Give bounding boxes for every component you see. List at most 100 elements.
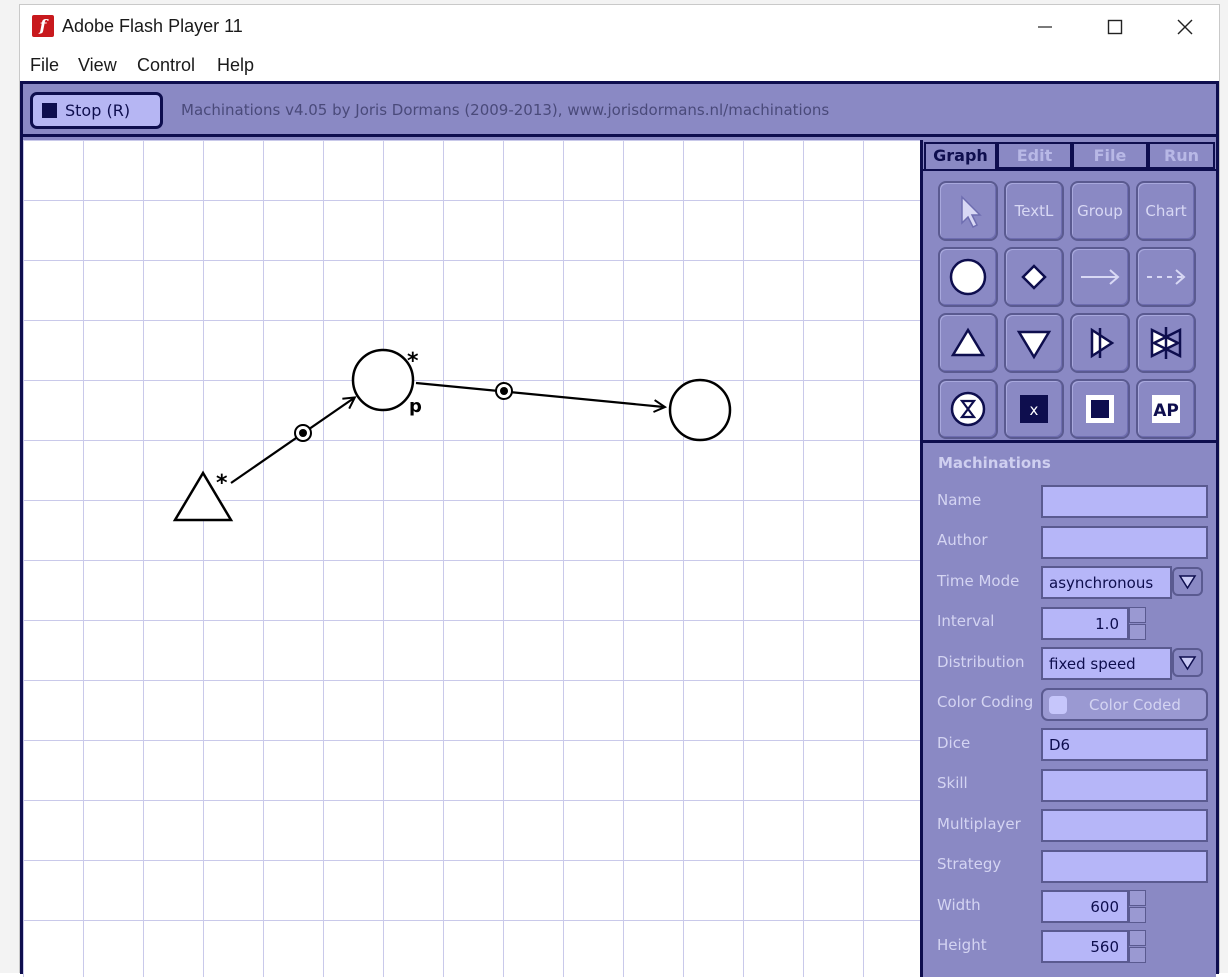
delay-tool[interactable] [938, 379, 998, 439]
dice-value: D6 [1049, 736, 1071, 754]
flash-stage: Stop (R) Machinations v4.05 by Joris Dor… [20, 81, 1219, 977]
pool-icon [949, 258, 987, 296]
menu-view[interactable]: View [78, 55, 117, 76]
converter-icon [1090, 327, 1115, 359]
multiplayer-label: Multiplayer [937, 815, 1021, 833]
state-connection-tool[interactable] [1136, 247, 1196, 307]
color-coding-toggle[interactable]: Color Coded [1041, 688, 1208, 721]
delay-icon [950, 391, 986, 427]
name-field[interactable] [1041, 485, 1208, 518]
chevron-down-icon [1178, 575, 1197, 590]
interval-stepper[interactable] [1129, 607, 1146, 640]
height-stepper[interactable] [1129, 930, 1146, 963]
distribution-select[interactable]: fixed speed [1041, 647, 1172, 680]
time-mode-select[interactable]: asynchronous [1041, 566, 1172, 599]
source-tool[interactable] [938, 313, 998, 373]
tool-palette: TextL Group Chart x AP [923, 169, 1216, 443]
resource-connection-tool[interactable] [1070, 247, 1130, 307]
menu-file[interactable]: File [30, 55, 59, 76]
color-coding-checkbox[interactable] [1049, 696, 1067, 714]
pool-tool[interactable] [938, 247, 998, 307]
width-down-arrow-icon[interactable] [1129, 907, 1146, 923]
width-up-arrow-icon[interactable] [1129, 890, 1146, 906]
height-field[interactable]: 560 [1041, 930, 1129, 963]
minimize-button[interactable] [1010, 5, 1080, 49]
tab-edit[interactable]: Edit [997, 142, 1072, 169]
interval-field[interactable]: 1.0 [1041, 607, 1129, 640]
height-up-arrow-icon[interactable] [1129, 930, 1146, 946]
distribution-label: Distribution [937, 653, 1025, 671]
minimize-icon [1038, 26, 1052, 28]
dice-label: Dice [937, 734, 971, 752]
width-field[interactable]: 600 [1041, 890, 1129, 923]
register-tool[interactable] [1070, 379, 1130, 439]
interval-down-arrow-icon[interactable] [1129, 624, 1146, 640]
artificial-player-tool[interactable]: AP [1136, 379, 1196, 439]
author-label: Author [937, 531, 988, 549]
close-button[interactable] [1150, 5, 1220, 49]
side-panel: Graph Edit File Run TextL Group Chart x … [920, 140, 1216, 977]
height-value: 560 [1090, 938, 1119, 956]
app-window: f Adobe Flash Player 11 File View Contro… [19, 4, 1220, 977]
interval-value: 1.0 [1095, 615, 1119, 633]
drain-icon [1016, 330, 1052, 360]
chart-tool-label: Chart [1145, 202, 1187, 220]
resource-connection-1[interactable] [230, 398, 354, 484]
menu-bar: File View Control Help [20, 49, 1219, 81]
strategy-field[interactable] [1041, 850, 1208, 883]
strategy-label: Strategy [937, 855, 1002, 873]
skill-field[interactable] [1041, 769, 1208, 802]
diagram-svg: * * p [172, 348, 732, 522]
pool-label: p [409, 396, 422, 417]
distribution-dropdown-button[interactable] [1172, 648, 1203, 677]
credit-text: Machinations v4.05 by Joris Dormans (200… [181, 101, 830, 119]
diagram-canvas[interactable]: * * p [23, 140, 920, 977]
name-label: Name [937, 491, 982, 509]
group-tool-label: Group [1077, 202, 1123, 220]
author-field[interactable] [1041, 526, 1208, 559]
dice-field[interactable]: D6 [1041, 728, 1208, 761]
close-icon [1177, 19, 1193, 35]
time-mode-dropdown-button[interactable] [1172, 567, 1203, 596]
height-down-arrow-icon[interactable] [1129, 947, 1146, 963]
stop-button[interactable]: Stop (R) [30, 92, 163, 129]
trader-tool[interactable] [1136, 313, 1196, 373]
pool-node[interactable] [351, 348, 415, 412]
height-label: Height [937, 936, 987, 954]
tab-graph[interactable]: Graph [924, 142, 997, 171]
group-tool[interactable]: Group [1070, 181, 1130, 241]
width-label: Width [937, 896, 981, 914]
register-icon [1086, 395, 1114, 423]
color-coding-value: Color Coded [1089, 696, 1181, 714]
gate-tool[interactable] [1004, 247, 1064, 307]
select-tool[interactable] [938, 181, 998, 241]
text-label-tool[interactable]: TextL [1004, 181, 1064, 241]
maximize-button[interactable] [1080, 5, 1150, 49]
stop-icon [42, 103, 57, 118]
properties-title: Machinations [938, 454, 1051, 472]
flash-player-icon: f [32, 15, 54, 37]
multiplayer-field[interactable] [1041, 809, 1208, 842]
end-condition-tool[interactable]: x [1004, 379, 1064, 439]
menu-control[interactable]: Control [137, 55, 195, 76]
menu-help[interactable]: Help [217, 55, 254, 76]
chart-tool[interactable]: Chart [1136, 181, 1196, 241]
artificial-player-icon: AP [1152, 395, 1180, 423]
pool-marker: * [407, 349, 419, 374]
pool-node-2[interactable] [668, 378, 732, 442]
drain-tool[interactable] [1004, 313, 1064, 373]
resource-connection-icon [1081, 269, 1120, 285]
time-mode-value: asynchronous [1049, 574, 1154, 592]
interval-up-arrow-icon[interactable] [1129, 607, 1146, 623]
resource-connection-2[interactable] [415, 381, 664, 407]
time-mode-label: Time Mode [937, 572, 1020, 590]
title-bar: f Adobe Flash Player 11 [20, 5, 1219, 49]
converter-tool[interactable] [1070, 313, 1130, 373]
tab-file[interactable]: File [1072, 142, 1148, 169]
select-icon [961, 195, 982, 229]
tab-run[interactable]: Run [1148, 142, 1215, 169]
window-title: Adobe Flash Player 11 [62, 16, 243, 36]
width-stepper[interactable] [1129, 890, 1146, 923]
text-label-tool-label: TextL [1014, 202, 1054, 220]
trader-icon [1150, 327, 1182, 359]
